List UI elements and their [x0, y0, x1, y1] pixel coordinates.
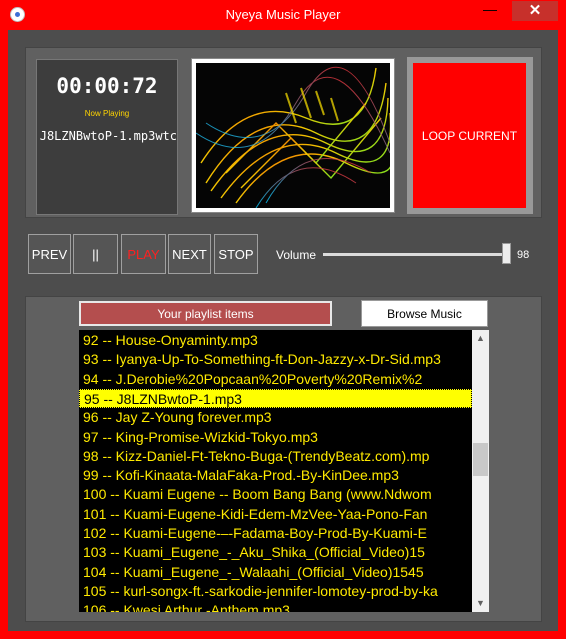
- next-button[interactable]: NEXT: [168, 234, 211, 274]
- play-button[interactable]: PLAY: [121, 234, 166, 274]
- playlist-item-label: 103 -- Kuami_Eugene_-_Aku_Shika_(Officia…: [83, 544, 425, 560]
- playlist-item[interactable]: 100 -- Kuami Eugene -- Boom Bang Bang (w…: [79, 485, 472, 504]
- scroll-down-icon[interactable]: ▼: [472, 595, 489, 612]
- playlist-item-label: 96 -- Jay Z-Young forever.mp3: [83, 409, 272, 425]
- playlist-item[interactable]: 94 -- J.Derobie%20Popcaan%20Poverty%20Re…: [79, 370, 472, 389]
- pause-button[interactable]: ||: [73, 234, 118, 274]
- playlist-item[interactable]: 103 -- Kuami_Eugene_-_Aku_Shika_(Officia…: [79, 543, 472, 562]
- now-playing-track: J8LZNBwtoP-1.mp3wtc: [39, 129, 177, 143]
- playlist-item-label: 100 -- Kuami Eugene -- Boom Bang Bang (w…: [83, 486, 432, 502]
- playlist-item[interactable]: 95 -- J8LZNBwtoP-1.mp3: [79, 389, 472, 408]
- prev-button[interactable]: PREV: [28, 234, 71, 274]
- playlist-item[interactable]: 96 -- Jay Z-Young forever.mp3: [79, 408, 472, 427]
- playlist-item[interactable]: 105 -- kurl-songx-ft.-sarkodie-jennifer-…: [79, 582, 472, 601]
- playlist-item-label: 97 -- King-Promise-Wizkid-Tokyo.mp3: [83, 429, 318, 445]
- playlist-item[interactable]: 92 -- House-Onyaminty.mp3: [79, 331, 472, 350]
- elapsed-time: 00:00:72: [56, 74, 158, 98]
- playlist-header: Your playlist items: [79, 301, 332, 326]
- playlist-item[interactable]: 99 -- Kofi-Kinaata-MalaFaka-Prod.-By-Kin…: [79, 466, 472, 485]
- album-art-image: [196, 63, 390, 208]
- playlist-item-label: 94 -- J.Derobie%20Popcaan%20Poverty%20Re…: [83, 371, 423, 387]
- scroll-up-icon[interactable]: ▲: [472, 330, 489, 347]
- volume-value: 98: [517, 249, 530, 261]
- playlist-item-label: 106 -- Kwesi Arthur -Anthem.mp3: [83, 602, 290, 612]
- playlist-item-label: 92 -- House-Onyaminty.mp3: [83, 332, 258, 348]
- playlist-item[interactable]: 106 -- Kwesi Arthur -Anthem.mp3: [79, 601, 472, 612]
- minimize-button[interactable]: —: [477, 1, 503, 21]
- playlist-item-label: 95 -- J8LZNBwtoP-1.mp3: [84, 391, 242, 407]
- playlist-item[interactable]: 101 -- Kuami-Eugene-Kidi-Edem-MzVee-Yaa-…: [79, 505, 472, 524]
- timer-display-box: 00:00:72 Now Playing J8LZNBwtoP-1.mp3wtc: [36, 59, 178, 215]
- playlist-item-label: 93 -- Iyanya-Up-To-Something-ft-Don-Jazz…: [83, 351, 441, 367]
- volume-slider-thumb[interactable]: [501, 243, 511, 264]
- playlist-item-label: 98 -- Kizz-Daniel-Ft-Tekno-Buga-(TrendyB…: [83, 448, 430, 464]
- playlist-item-label: 104 -- Kuami_Eugene_-_Walaahi_(Official_…: [83, 564, 424, 580]
- now-playing-label: Now Playing: [84, 109, 130, 118]
- playlist-item-label: 99 -- Kofi-Kinaata-MalaFaka-Prod.-By-Kin…: [83, 467, 399, 483]
- playlist-list[interactable]: 92 -- House-Onyaminty.mp3 93 -- Iyanya-Up…: [79, 330, 472, 612]
- playlist-item-label: 102 -- Kuami-Eugene-–-Fadama-Boy-Prod-By…: [83, 525, 427, 541]
- stop-button[interactable]: STOP: [214, 234, 258, 274]
- playlist-item-label: 105 -- kurl-songx-ft.-sarkodie-jennifer-…: [83, 583, 438, 599]
- volume-label: Volume: [276, 248, 317, 262]
- playlist-item[interactable]: 102 -- Kuami-Eugene-–-Fadama-Boy-Prod-By…: [79, 524, 472, 543]
- playlist-item[interactable]: 104 -- Kuami_Eugene_-_Walaahi_(Official_…: [79, 563, 472, 582]
- playlist-item[interactable]: 98 -- Kizz-Daniel-Ft-Tekno-Buga-(TrendyB…: [79, 447, 472, 466]
- playlist-item-label: 101 -- Kuami-Eugene-Kidi-Edem-MzVee-Yaa-…: [83, 506, 428, 522]
- loop-current-button[interactable]: LOOP CURRENT: [413, 63, 526, 208]
- playlist-item[interactable]: 97 -- King-Promise-Wizkid-Tokyo.mp3: [79, 428, 472, 447]
- volume-slider-track[interactable]: [323, 253, 510, 256]
- scrollbar-thumb[interactable]: [473, 443, 488, 476]
- playlist-item[interactable]: 93 -- Iyanya-Up-To-Something-ft-Don-Jazz…: [79, 350, 472, 369]
- close-button[interactable]: ✕: [512, 1, 558, 21]
- browse-music-button[interactable]: Browse Music: [361, 300, 488, 327]
